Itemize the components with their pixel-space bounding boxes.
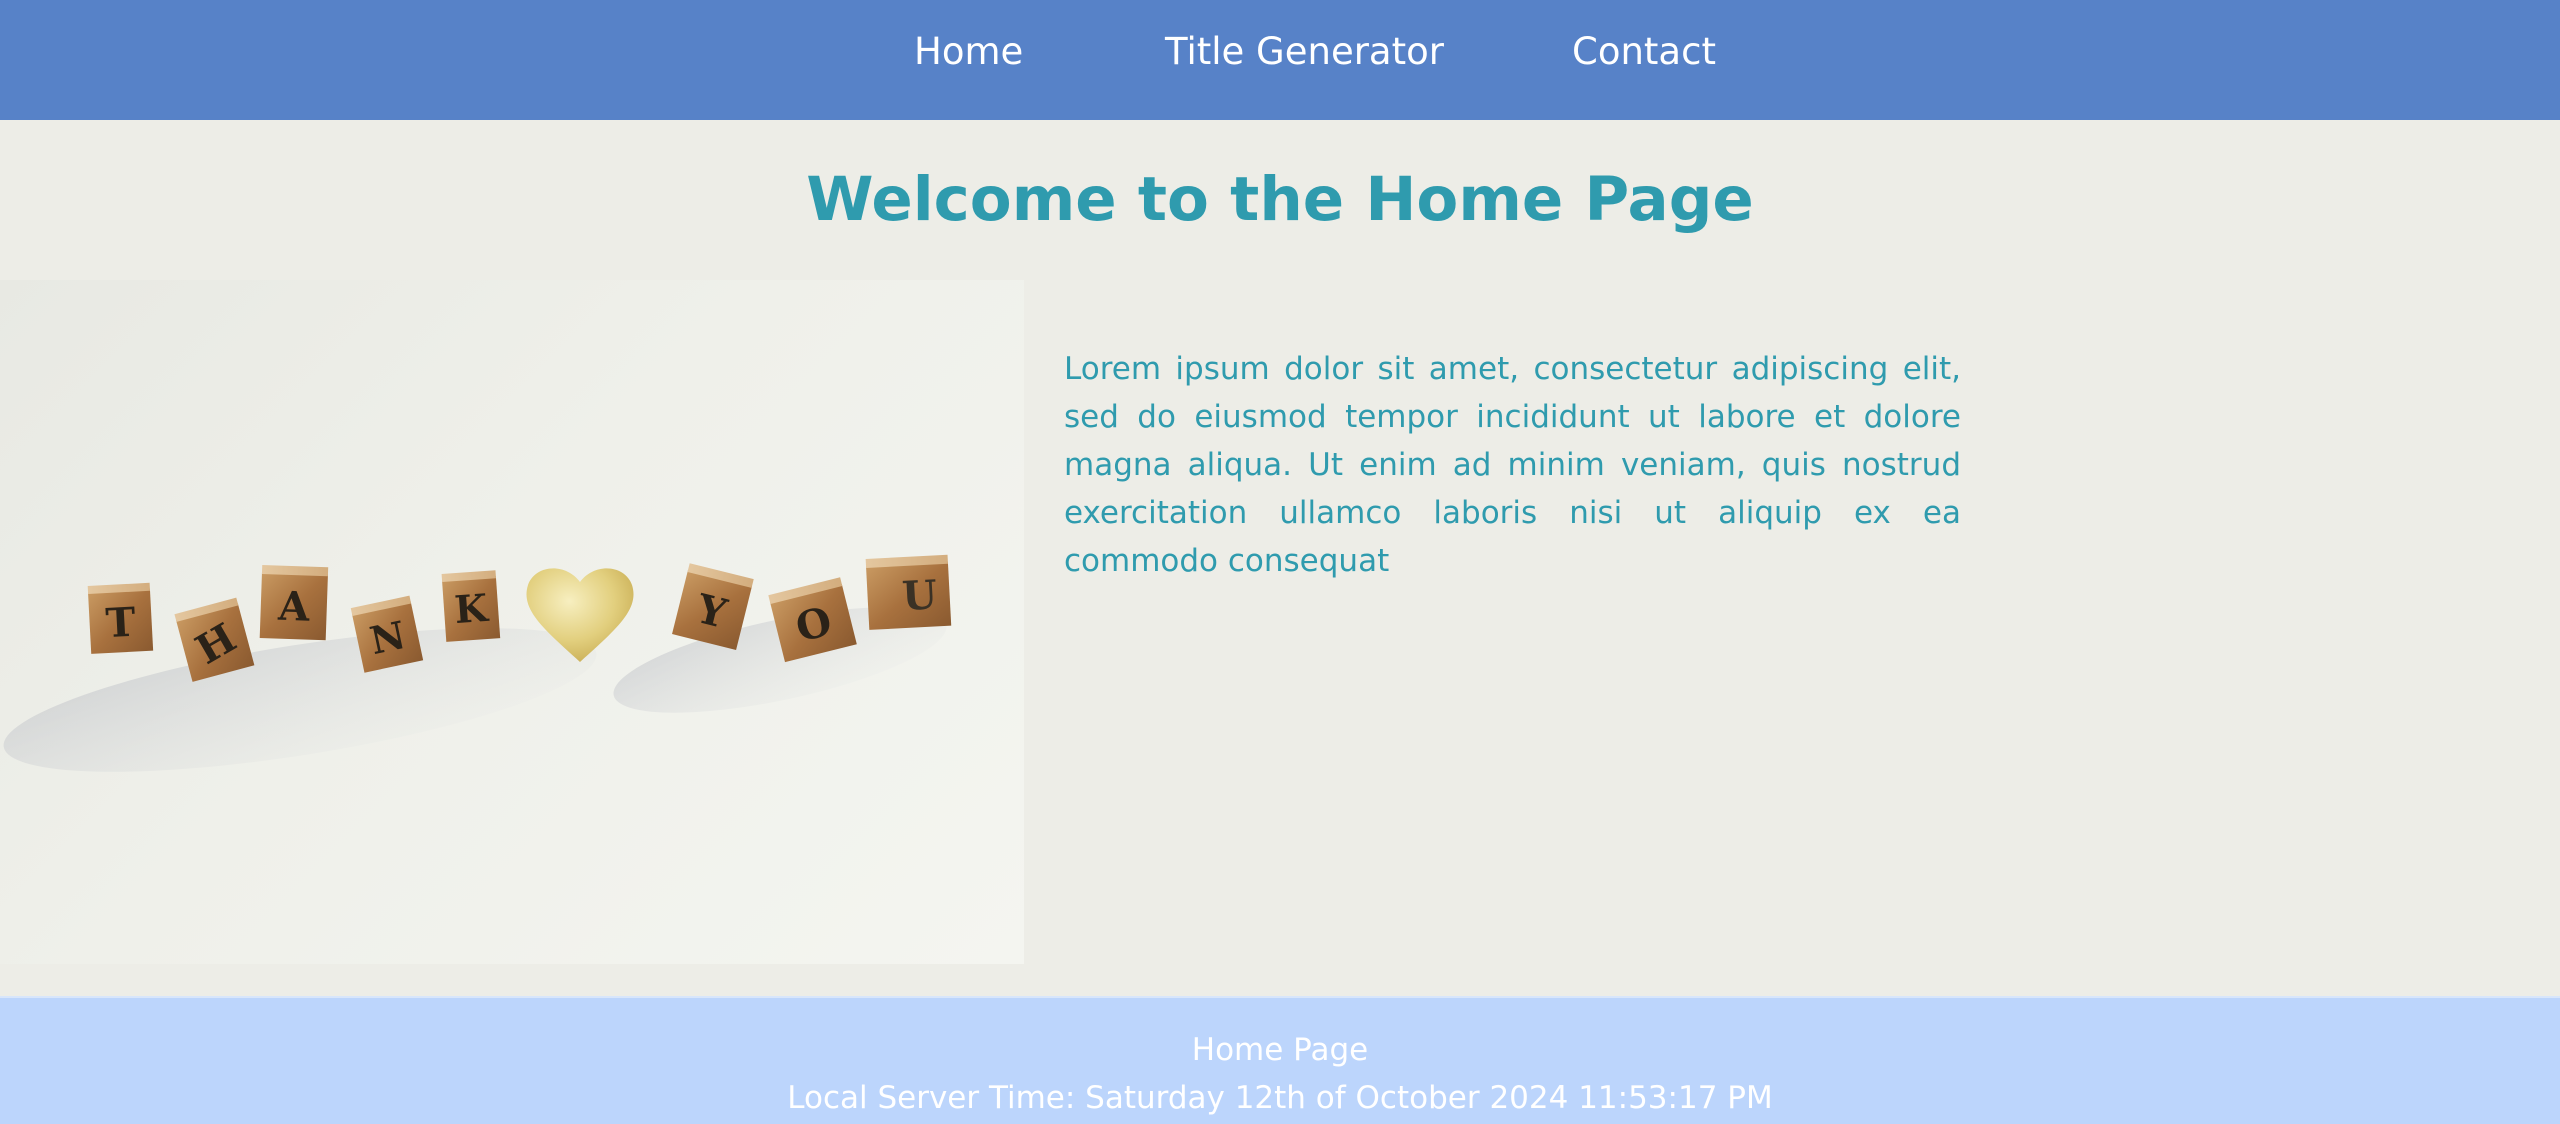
- block-t: T: [87, 582, 154, 654]
- footer-page-name: Home Page: [1191, 1032, 1369, 1068]
- thank-you-blocks-illustration: T H A N K Y O U: [3, 554, 952, 772]
- top-navbar: Home Title Generator Contact: [0, 0, 2560, 120]
- block-k: K: [441, 570, 501, 642]
- thank-you-blocks-image: T H A N K Y O U: [0, 280, 1024, 964]
- nav-title-generator-link[interactable]: Title Generator: [1165, 22, 1444, 82]
- block-letter: U: [901, 571, 938, 620]
- block-a: A: [259, 565, 329, 641]
- intro-paragraph: Lorem ipsum dolor sit amet, consectetur …: [1064, 351, 1961, 579]
- block-u: U: [865, 554, 952, 630]
- nav-contact-link[interactable]: Contact: [1572, 22, 1716, 82]
- page-footer: Home Page Local Server Time: Saturday 12…: [0, 996, 2560, 1124]
- nav-home-link[interactable]: Home: [914, 22, 1023, 82]
- block-letter: A: [276, 583, 311, 631]
- block-letter: T: [105, 599, 137, 648]
- block-letter: K: [453, 585, 491, 632]
- footer-server-time: Local Server Time: Saturday 12th of Octo…: [787, 1080, 1773, 1116]
- page-title: Welcome to the Home Page: [806, 164, 1754, 235]
